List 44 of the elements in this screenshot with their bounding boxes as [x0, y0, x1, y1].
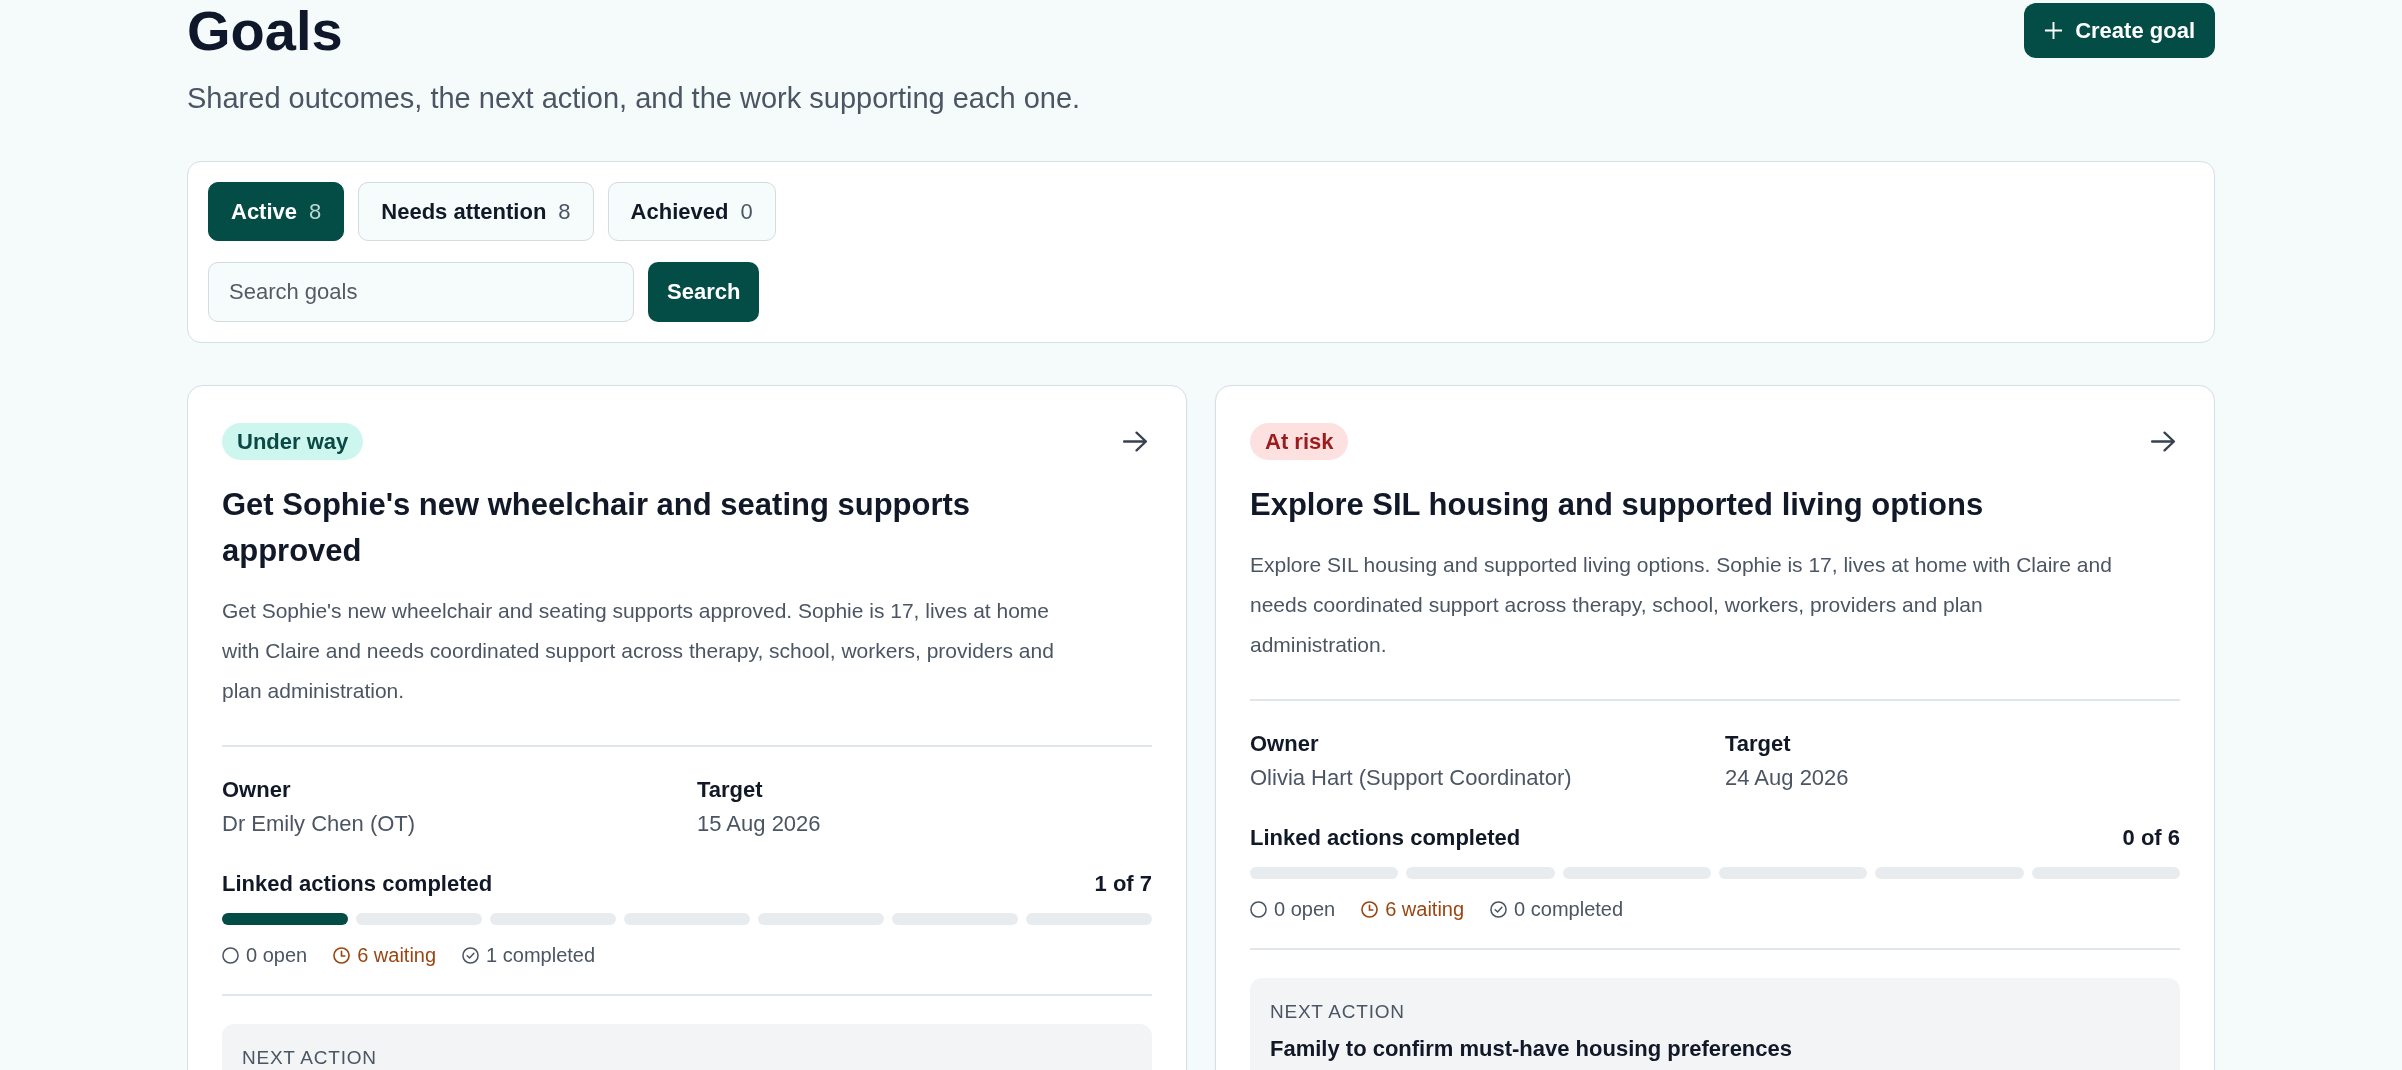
goal-description: Explore SIL housing and supported living options. Sophie is 17, lives at home with Claire and needs coordinated support across therapy, school, workers, providers and plan administration.	[1250, 552, 2113, 658]
progress-count: 1 of 7	[1094, 870, 1152, 898]
progress-label: Linked actions completed	[1250, 824, 1521, 852]
field-value: Dr Emily Chen (OT)	[222, 810, 417, 838]
stat-label: 0 open	[1274, 897, 1336, 922]
plus-icon	[2044, 21, 2064, 40]
field-label: Target	[697, 776, 764, 804]
clock-icon	[333, 946, 351, 964]
field-value: 24 Aug 2026	[1725, 764, 1850, 792]
check-circle-icon	[462, 946, 480, 964]
filter-tab[interactable]: Active 8	[208, 182, 345, 241]
stat-label: 1 completed	[486, 943, 596, 968]
create-goal-button[interactable]: Create goal	[2024, 3, 2215, 58]
field-label: Owner	[1250, 730, 1320, 758]
stat-label: 0 completed	[1514, 897, 1624, 922]
stat-label: 6 waiting	[1385, 897, 1465, 922]
arrow-right-icon[interactable]	[1123, 431, 1148, 452]
stat-label: 0 open	[246, 943, 308, 968]
status-badge: Under way	[222, 423, 364, 460]
progress-label: Linked actions completed	[222, 870, 493, 898]
check-circle-icon	[1490, 900, 1508, 918]
goal-title: Get Sophie's new wheelchair and seating supports approved	[222, 486, 972, 570]
filter-tab[interactable]: Needs attention 8	[358, 182, 594, 241]
search-field[interactable]: Search goals	[208, 262, 634, 322]
field-value: 15 Aug 2026	[697, 810, 822, 838]
field-label: Owner	[222, 776, 292, 804]
arrow-right-icon[interactable]	[2151, 431, 2176, 452]
next-action-label: NEXT ACTION	[242, 1046, 378, 1070]
field-value: Olivia Hart (Support Coordinator)	[1250, 764, 1573, 792]
page-subtitle: Shared outcomes, the next action, and the work supporting each one.	[187, 81, 1081, 116]
circle-icon	[222, 946, 239, 964]
goal-description: Get Sophie's new wheelchair and seating supports approved. Sophie is 17, lives at home with Claire and needs coordinated support across therapy, school, workers, providers and plan administration.	[222, 598, 1055, 704]
stat-label: 6 waiting	[357, 943, 437, 968]
goal-title: Explore SIL housing and supported living options	[1250, 486, 1985, 524]
field-label: Target	[1725, 730, 1792, 758]
next-action-title: Family to confirm must-have housing preferences	[1270, 1035, 1793, 1063]
next-action-label: NEXT ACTION	[1270, 1000, 1406, 1024]
circle-icon	[1250, 900, 1267, 918]
progress-count: 0 of 6	[2122, 824, 2180, 852]
status-badge: At risk	[1250, 423, 1349, 460]
filter-tab[interactable]: Achieved 0	[607, 182, 776, 241]
page-title: Goals	[187, 0, 344, 62]
clock-icon	[1361, 900, 1379, 918]
search-button[interactable]: Search	[648, 262, 760, 322]
